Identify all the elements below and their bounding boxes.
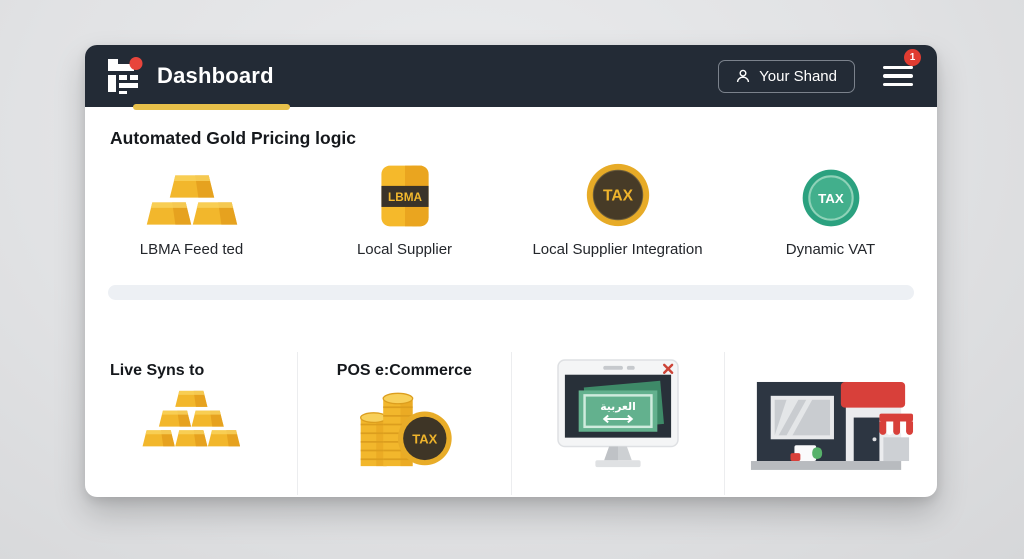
notification-badge: 1 xyxy=(904,48,921,66)
gold-tax-coin-icon: TAX xyxy=(586,163,649,227)
monitor-currency-icon: العربية xyxy=(556,359,679,468)
progress-track xyxy=(108,285,914,300)
hamburger-menu-button[interactable]: 1 xyxy=(883,48,921,92)
pos-terminal xyxy=(790,445,822,462)
coins-tax-icon: TAX xyxy=(360,392,453,467)
pricing-features-row: LBMA Feed ted LBMA Local Supplier TAX Lo… xyxy=(85,162,937,258)
banknote-arabic-text: العربية xyxy=(600,400,636,413)
feature-supplier-integration: TAX Local Supplier Integration xyxy=(511,162,724,258)
gold-bars-pyramid-icon xyxy=(142,390,241,447)
gold-bars-icon xyxy=(146,175,237,225)
feature-label: LBMA Feed ted xyxy=(139,241,244,258)
feature-label: Local Supplier Integration xyxy=(532,241,703,258)
teal-tax-coin-icon: TAX xyxy=(802,169,859,227)
feature-lbma-feed: LBMA Feed ted xyxy=(85,162,298,258)
sync-cell-live-syns: Live Syns to xyxy=(85,352,297,495)
tax-badge-text: TAX xyxy=(603,188,634,205)
feature-local-supplier: LBMA Local Supplier xyxy=(298,162,511,258)
feature-label: Dynamic VAT xyxy=(785,241,876,258)
feature-dynamic-vat: TAX Dynamic VAT xyxy=(724,162,937,258)
cell-title: Live Syns to xyxy=(110,362,205,379)
lbma-badge-text: LBMA xyxy=(388,191,422,204)
pricing-section-title: Automated Gold Pricing logic xyxy=(110,128,356,148)
person-icon xyxy=(737,69,750,83)
lbma-gold-bar-icon: LBMA xyxy=(380,165,429,227)
sync-cell-monitor: العربية xyxy=(510,352,724,495)
menu-bar xyxy=(883,82,913,87)
awning-stripes xyxy=(879,421,913,435)
sync-cell-storefront xyxy=(723,352,937,495)
storefront-icon xyxy=(750,381,913,470)
sync-section: Live Syns to POS e:Commerce TAX العربية xyxy=(85,352,937,495)
user-account-label: Your Shand xyxy=(759,67,837,85)
app-logo-icon xyxy=(105,56,145,96)
coin-tax-text: TAX xyxy=(413,432,438,447)
page-title: Dashboard xyxy=(157,63,274,88)
vat-badge-text: TAX xyxy=(818,191,844,206)
menu-bar xyxy=(883,74,913,78)
building-grid-icon xyxy=(108,57,143,94)
sync-cell-pos-ecommerce: POS e:Commerce TAX xyxy=(297,352,510,495)
active-tab-underline xyxy=(133,104,290,110)
menu-bar xyxy=(883,65,913,70)
app-header: Dashboard Your Shand 1 xyxy=(85,45,937,110)
cell-title: POS e:Commerce xyxy=(336,362,472,379)
logo-notification-dot xyxy=(129,57,143,70)
user-account-button[interactable]: Your Shand xyxy=(718,59,855,93)
dashboard-card: Dashboard Your Shand 1 Automated Gold Pr… xyxy=(85,45,937,497)
feature-label: Local Supplier xyxy=(356,241,453,258)
